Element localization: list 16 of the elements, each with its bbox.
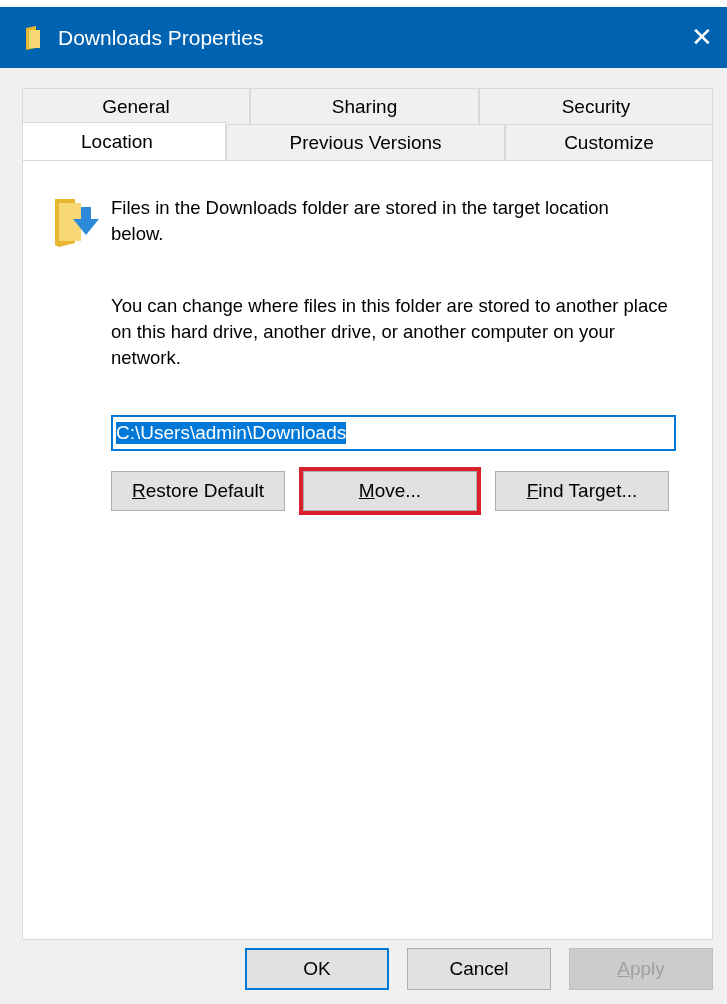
tab[interactable]: Sharing — [250, 88, 479, 124]
tab[interactable]: Customize — [505, 124, 713, 160]
tab[interactable]: Security — [479, 88, 713, 124]
tab[interactable]: Previous Versions — [226, 124, 505, 160]
location-button[interactable]: Restore Default — [111, 471, 285, 511]
folder-icon — [24, 25, 42, 50]
info-text: Files in the Downloads folder are stored in the target location below. — [111, 196, 610, 246]
tab[interactable]: General — [22, 88, 250, 124]
dialog-button[interactable]: Cancel — [407, 948, 551, 990]
tab[interactable]: Location — [22, 122, 226, 160]
description-text: You can change where files in this folder are stored to another place on this hard drive, another drive, or another computer on your network. — [111, 294, 669, 370]
path-field[interactable]: C:\Users\admin\Downloads — [111, 415, 676, 451]
location-button[interactable]: Find Target... — [495, 471, 669, 511]
close-button[interactable]: ✕ — [691, 22, 713, 53]
window-title: Downloads Properties — [58, 25, 265, 50]
dialog-button[interactable]: OK — [245, 948, 389, 990]
